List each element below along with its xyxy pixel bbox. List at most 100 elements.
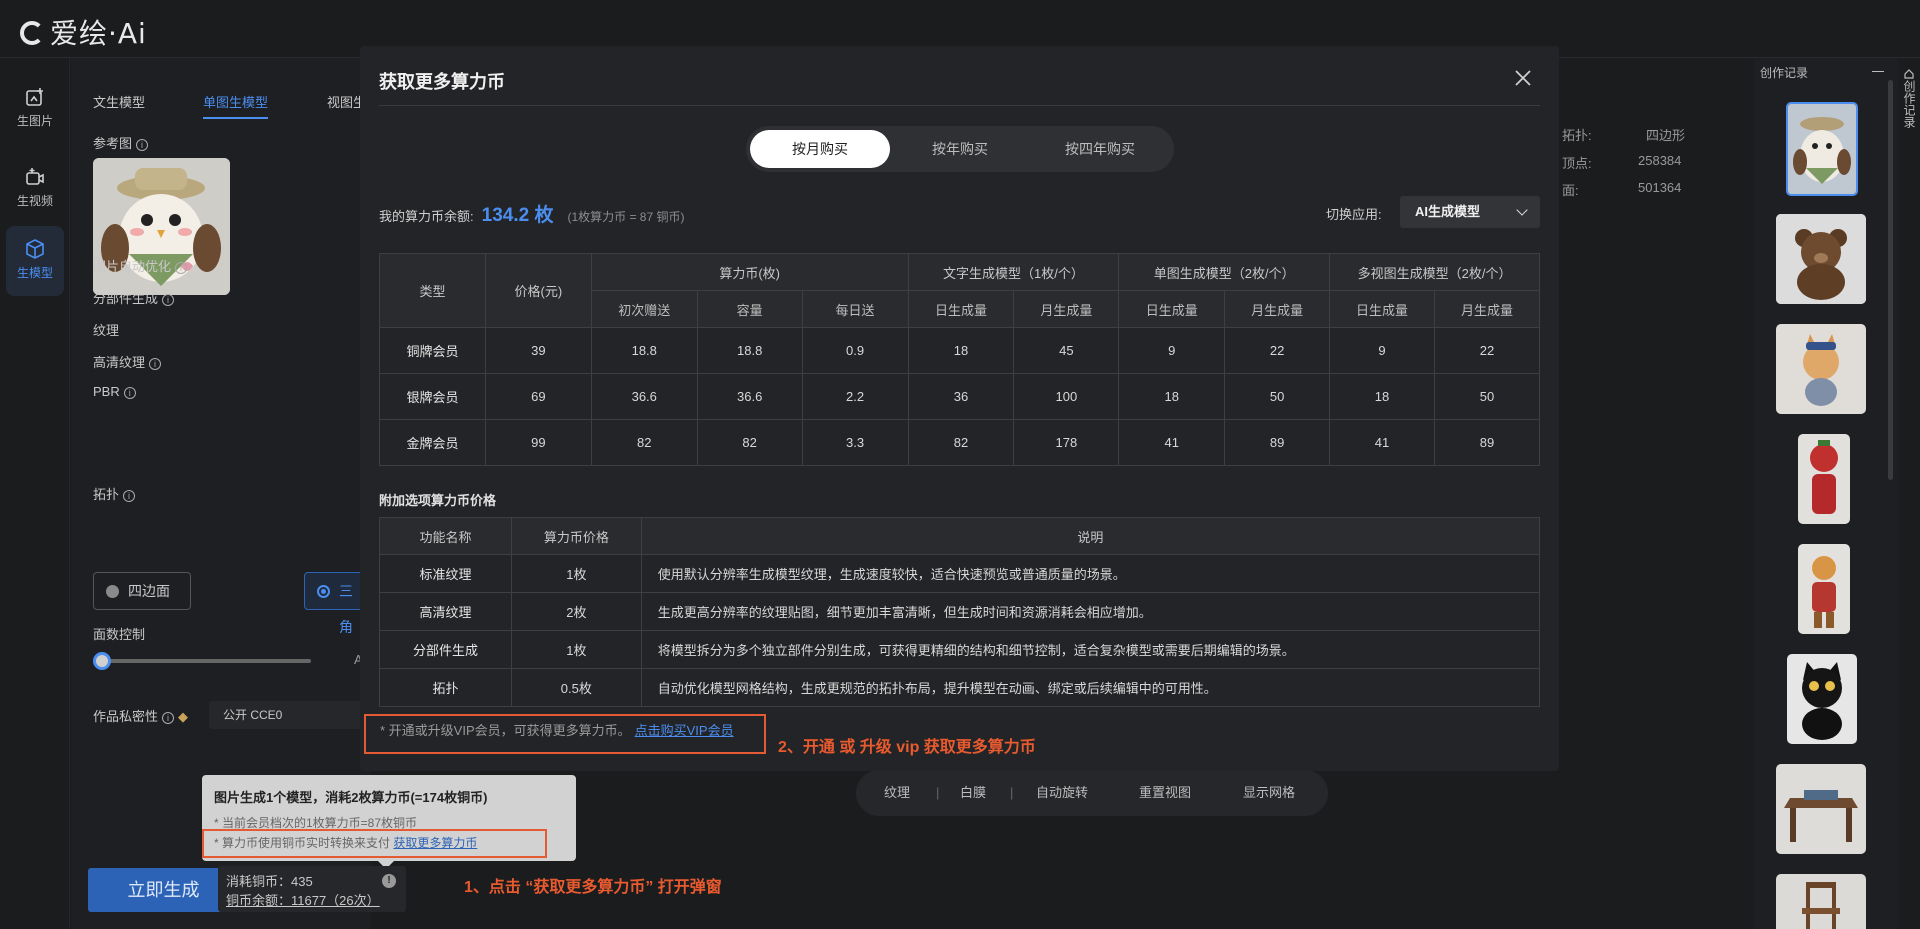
table-cell: 39 <box>484 327 592 374</box>
toolbar-texture-button[interactable]: 纹理 <box>884 770 910 816</box>
history-item[interactable] <box>1776 764 1866 854</box>
diamond-icon: ◆ <box>178 709 189 724</box>
col-daily-gen: 日生成量 <box>1329 290 1435 328</box>
table-cell: 22 <box>1433 327 1541 374</box>
table-cell: 18.8 <box>590 327 698 374</box>
nav-item-image[interactable]: 生图片 <box>6 74 64 144</box>
table-cell: 1枚 <box>510 630 642 669</box>
history-item[interactable] <box>1787 654 1857 744</box>
wooden-table-thumb <box>1776 764 1866 854</box>
toolbar-autorotate-button[interactable]: 自动旋转 <box>1036 770 1088 816</box>
info-icon[interactable]: i <box>123 490 136 502</box>
col-daily-gift: 每日送 <box>801 290 909 328</box>
video-add-icon <box>26 168 44 185</box>
table-cell: 69 <box>484 373 592 420</box>
cube-icon <box>26 239 44 259</box>
history-side-tab[interactable]: 创作记录 <box>1898 58 1920 158</box>
switch-app-select[interactable]: AI生成模型 <box>1400 196 1540 228</box>
table-cell: 18.8 <box>696 327 803 374</box>
topology-quad-text: 四边面 <box>128 583 170 599</box>
close-icon[interactable] <box>1513 68 1533 88</box>
alert-icon[interactable]: ! <box>382 874 396 888</box>
topology-quad-option[interactable]: 四边面 <box>93 572 191 610</box>
table-cell: 41 <box>1118 419 1226 466</box>
owl-plush-thumb <box>1788 104 1856 194</box>
faces-slider-handle[interactable] <box>93 652 111 670</box>
parts-text: 分部件生成 <box>93 291 159 306</box>
tab-text-to-model[interactable]: 文生模型 <box>93 92 145 111</box>
table-cell: 22 <box>1224 327 1331 374</box>
cost-balance[interactable]: 铜币余额：11677（26次） <box>226 891 398 910</box>
tab-image-to-model[interactable]: 单图生模型 <box>203 92 269 119</box>
history-item[interactable] <box>1776 324 1866 414</box>
highlight-box-get-coins <box>202 829 547 858</box>
table-cell: 36.6 <box>696 373 803 420</box>
table-cell: 41 <box>1329 419 1435 466</box>
pbr-text: PBR <box>93 384 120 399</box>
switch-app-value: AI生成模型 <box>1415 204 1481 219</box>
cost-info: 消耗铜币：435 铜币余额：11677（26次） ! <box>218 866 406 912</box>
texture-text: 纹理 <box>93 323 120 338</box>
nav-label-model: 生模型 <box>16 266 53 280</box>
col-group-text-model: 文字生成模型（1枚/个） <box>907 253 1120 291</box>
history-item[interactable] <box>1798 544 1850 634</box>
nav-item-video[interactable]: 生视频 <box>6 154 64 224</box>
info-icon[interactable]: i <box>149 358 162 370</box>
segment-yearly[interactable]: 按年购买 <box>890 130 1030 168</box>
topology-tri-option[interactable]: 三角 <box>304 572 364 635</box>
info-icon[interactable]: i <box>136 139 149 151</box>
table-row: 银牌会员 69 36.6 36.6 2.2 36 100 18 50 18 50 <box>379 373 1541 420</box>
segment-monthly[interactable]: 按月购买 <box>750 130 890 168</box>
table-cell: 45 <box>1013 327 1120 374</box>
table-cell: 2.2 <box>801 373 909 420</box>
radio-selected-icon <box>317 585 330 598</box>
balance-value: 134.2 枚 <box>481 205 554 226</box>
auto-optimize-label: 图片自动优化 i <box>93 256 188 275</box>
annotation-step1: 1、点击 “获取更多算力币” 打开弹窗 <box>464 879 722 896</box>
generate-button[interactable]: 立即生成 <box>88 868 239 912</box>
table-cell: 9 <box>1118 327 1226 374</box>
history-item[interactable] <box>1798 434 1850 524</box>
table-cell: 分部件生成 <box>379 630 512 669</box>
cost-consume: 消耗铜币：435 <box>226 874 313 889</box>
table-cell: 178 <box>1013 419 1120 466</box>
info-icon[interactable]: i <box>175 262 188 274</box>
highlight-box-vip <box>364 714 766 754</box>
info-icon[interactable]: i <box>123 387 136 399</box>
app-logo[interactable]: 爱绘·Ai <box>20 12 147 52</box>
history-item[interactable] <box>1786 102 1858 196</box>
ref-image-label: 参考图 i <box>93 133 149 152</box>
minimize-icon[interactable] <box>1872 71 1884 72</box>
history-scrollbar[interactable] <box>1888 80 1893 480</box>
viewer-toolbar: 纹理 | 白膜 | 自动旋转 重置视图 显示网格 <box>856 770 1328 816</box>
toolbar-divider: | <box>1010 785 1014 800</box>
faces-slider-track[interactable] <box>101 659 311 663</box>
info-icon[interactable]: i <box>162 712 175 724</box>
nav-item-model[interactable]: 生模型 <box>6 226 64 296</box>
privacy-select[interactable]: 公开 CCE0 <box>209 701 369 729</box>
table-cell: 0.5枚 <box>510 668 642 707</box>
history-item[interactable] <box>1776 214 1866 304</box>
col-first-gift: 初次赠送 <box>590 290 698 328</box>
info-icon[interactable]: i <box>162 294 175 306</box>
toolbar-whitemodel-button[interactable]: 白膜 <box>960 770 986 816</box>
col-monthly-gen: 月生成量 <box>1013 290 1120 328</box>
table-cell: 标准纹理 <box>379 554 512 593</box>
table-cell: 生成更高分辨率的纹理贴图，细节更加丰富清晰，但生成时间和资源消耗会相应增加。 <box>640 592 1541 631</box>
parts-label: 分部件生成 i <box>93 288 175 307</box>
topology-tri-text: 三角 <box>339 583 353 635</box>
toolbar-show-grid-button[interactable]: 显示网格 <box>1243 770 1295 816</box>
faces-label: 面数控制 <box>93 627 146 642</box>
segment-four-year[interactable]: 按四年购买 <box>1030 130 1170 168</box>
table-cell: 82 <box>590 419 698 466</box>
table-cell: 18 <box>1329 373 1435 420</box>
toolbar-reset-view-button[interactable]: 重置视图 <box>1139 770 1191 816</box>
table-cell: 3.3 <box>801 419 909 466</box>
table-cell: 82 <box>696 419 803 466</box>
balance-label: 我的算力币余额: <box>379 209 474 224</box>
ref-image-label-text: 参考图 <box>93 136 133 151</box>
pbr-label: PBR i <box>93 384 136 399</box>
logo-text: 爱绘·Ai <box>50 17 147 50</box>
history-item[interactable] <box>1776 874 1866 929</box>
home-icon <box>1904 68 1914 79</box>
